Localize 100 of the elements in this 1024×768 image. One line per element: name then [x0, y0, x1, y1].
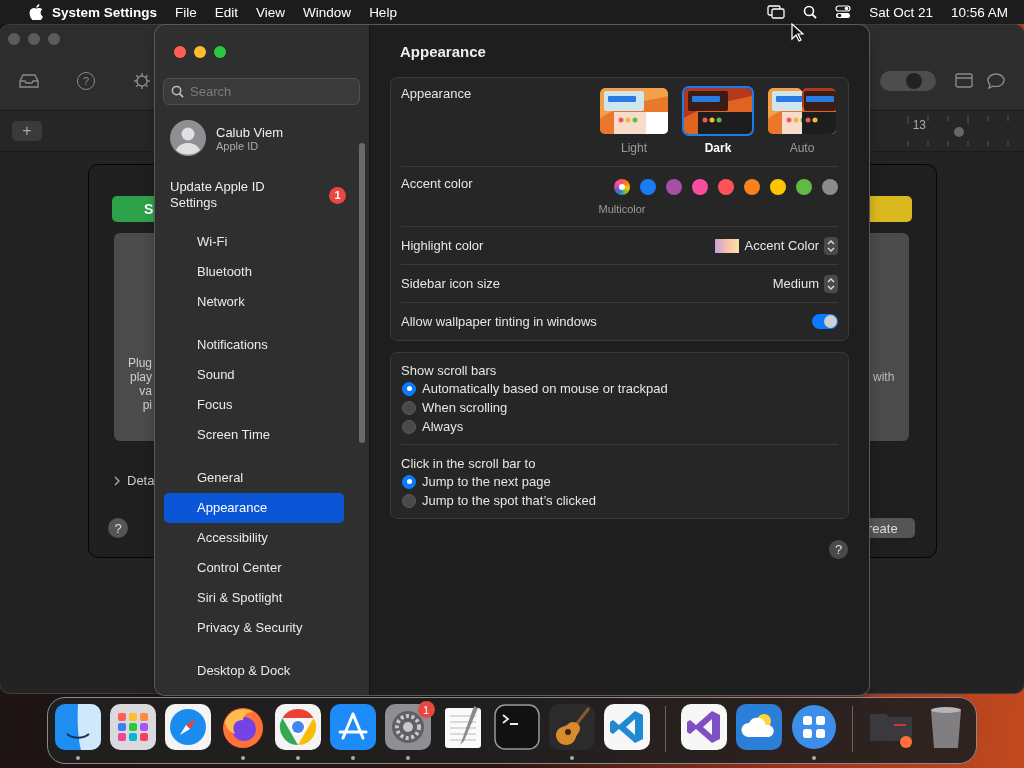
sidebar-item[interactable]: General [164, 463, 344, 493]
close-button[interactable] [174, 45, 186, 58]
search-icon[interactable] [803, 5, 818, 19]
theme-option[interactable]: Dark [680, 86, 756, 166]
notification-badge: 1 [329, 186, 346, 204]
setting-label: Highlight color [401, 238, 484, 253]
add-button[interactable]: + [12, 121, 42, 141]
window-preview-icon [766, 86, 838, 136]
menu-bar-date[interactable]: Sat Oct 21 [860, 4, 942, 20]
sidebar-item[interactable]: Appearance [164, 493, 344, 523]
group-label: Show scroll bars [401, 362, 498, 379]
apple-icon[interactable] [29, 4, 43, 20]
control-center-icon[interactable] [835, 5, 852, 19]
radio-button[interactable] [402, 400, 416, 415]
sidebar-item[interactable]: Wi-Fi [164, 227, 344, 257]
radio-option[interactable]: Automatically based on mouse or trackpad [401, 379, 838, 398]
theme-option[interactable]: Auto [764, 86, 840, 166]
crossed-strokes-icon[interactable] [329, 704, 376, 750]
sidebar-item[interactable]: Siri & Spotlight [164, 583, 344, 613]
group-label: Click in the scroll bar to [401, 455, 537, 472]
sidebar-item[interactable]: Network [164, 287, 344, 317]
description-text: Plug play va pi [126, 356, 153, 412]
guitar-icon[interactable] [549, 704, 596, 750]
terminal-icon[interactable] [494, 704, 541, 750]
sidebar-item[interactable]: Bluetooth [164, 257, 344, 287]
toggle-switch[interactable] [812, 314, 838, 329]
highlight-popup[interactable]: Accent Color [714, 236, 838, 255]
sidebar-item[interactable]: Privacy & Security [164, 613, 344, 643]
app-menu[interactable]: System Settings [52, 4, 167, 20]
account-row[interactable]: Calub Viem Apple ID [163, 118, 360, 158]
setting-label: Accent color [401, 176, 473, 193]
accent-swatch[interactable] [666, 179, 682, 195]
split-face-icon[interactable] [54, 704, 101, 750]
minimize-button[interactable] [194, 45, 206, 58]
menu-bar-time[interactable]: 10:56 AM [941, 4, 1008, 20]
search-icon [171, 85, 184, 98]
speech-bubble-icon[interactable] [986, 71, 1006, 90]
notice-row[interactable]: Update Apple ID Settings 1 [163, 178, 360, 212]
toggle-switch[interactable] [880, 70, 936, 91]
radio-option[interactable]: Jump to the spot that’s clicked [401, 491, 838, 510]
pane-title: Appearance [400, 42, 486, 60]
four-squares-icon[interactable] [791, 704, 838, 750]
sidebar-item[interactable]: Screen Time [164, 420, 344, 450]
search-field[interactable]: Search [163, 78, 360, 105]
accent-swatch[interactable] [640, 179, 656, 195]
description-text: with [873, 370, 895, 384]
menu-item[interactable]: File [166, 4, 206, 20]
sidebar-item[interactable]: Control Center [164, 553, 344, 583]
accent-swatch[interactable] [614, 179, 630, 195]
details-label[interactable]: Deta [127, 473, 155, 488]
chevron-icon[interactable] [114, 475, 121, 486]
compass-icon[interactable] [164, 704, 211, 750]
radio-button[interactable] [402, 474, 416, 489]
menu-item[interactable]: View [247, 4, 295, 20]
menu-item[interactable]: Help [360, 4, 406, 20]
notice-label: Update Apple ID Settings [170, 179, 266, 211]
sidebar-item[interactable]: Accessibility [164, 523, 344, 553]
help-button[interactable]: ? [108, 518, 128, 538]
menu-item[interactable]: Window [294, 4, 361, 20]
zoom-button[interactable] [214, 45, 226, 58]
radio-option[interactable]: Always [401, 417, 838, 436]
accent-swatch[interactable] [718, 179, 734, 195]
color-swatch-icon [714, 238, 739, 253]
radio-option[interactable]: When scrolling [401, 398, 838, 417]
help-button[interactable]: ? [829, 540, 848, 559]
sidebar-item[interactable]: Desktop & Dock [164, 656, 344, 686]
accent-swatch[interactable] [822, 179, 838, 195]
sidebar-item[interactable]: Notifications [164, 330, 344, 360]
icon-size-popup[interactable]: Medium [772, 274, 838, 293]
accent-swatch[interactable] [692, 179, 708, 195]
ribbon-icon[interactable] [681, 704, 728, 750]
app-grid-icon[interactable] [109, 704, 156, 750]
accent-swatch[interactable] [796, 179, 812, 195]
tray-icon[interactable] [19, 72, 39, 89]
accent-name: Multicolor [598, 203, 646, 215]
account-subtitle: Apple ID [216, 139, 260, 152]
gear-icon[interactable] [133, 71, 151, 90]
ruler-label: 13 [912, 118, 926, 132]
code-ribbon-icon[interactable] [604, 704, 651, 750]
accent-swatch[interactable] [770, 179, 786, 195]
theme-option[interactable]: Light [596, 86, 672, 166]
menu-item[interactable]: Edit [205, 4, 248, 20]
cloud-icon[interactable] [736, 704, 783, 750]
avatar-icon [170, 120, 206, 156]
radio-button[interactable] [402, 493, 416, 508]
screen-mirroring-icon[interactable] [767, 5, 786, 19]
sidebar-item[interactable]: Focus [164, 390, 344, 420]
gear-icon[interactable] [384, 704, 431, 750]
secondary-action-button[interactable] [868, 196, 912, 222]
radio-option[interactable]: Jump to the next page [401, 472, 838, 491]
setting-label: Sidebar icon size [401, 276, 500, 291]
stepper-arrows-icon [824, 236, 838, 255]
sidebar-item[interactable]: Sound [164, 360, 344, 390]
radio-button[interactable] [402, 419, 416, 434]
window-icon[interactable] [955, 73, 973, 88]
window-preview-icon [598, 86, 670, 136]
scrollbar[interactable] [359, 143, 365, 443]
radio-button[interactable] [402, 381, 416, 396]
stepper-arrows-icon [824, 274, 838, 293]
accent-swatch[interactable] [744, 179, 760, 195]
